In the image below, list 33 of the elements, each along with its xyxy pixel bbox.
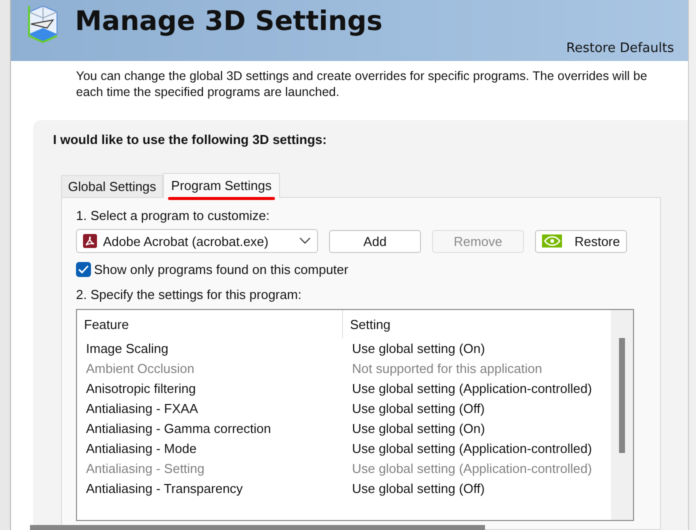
restore-defaults-link[interactable]: Restore Defaults [566, 41, 674, 56]
action-button[interactable]: Add [329, 230, 421, 252]
checkbox-label: Show only programs found on this computer [94, 262, 348, 277]
description-text: each time the specified programs are launched. [76, 84, 340, 100]
eye-logo-icon [542, 234, 562, 248]
panel-title: I would like to use the following 3D settings: [53, 132, 328, 147]
document-icon [83, 234, 97, 248]
scrollbar[interactable] [611, 310, 633, 520]
program-dropdown[interactable]: Adobe Acrobat (acrobat.exe) [76, 229, 318, 253]
setting-cell[interactable]: Use global setting (Off) [343, 480, 485, 496]
tab[interactable]: Global Settings [61, 175, 164, 197]
feature-cell[interactable]: Anisotropic filtering [77, 380, 343, 396]
setting-cell[interactable]: Use global setting (Off) [343, 400, 485, 416]
feature-cell[interactable]: Image Scaling [77, 340, 343, 356]
tab[interactable]: Program Settings [163, 173, 280, 198]
restore-button[interactable]: Restore [535, 230, 627, 252]
description-text: You can change the global 3D settings and create overrides for specific programs. The overrides will be [76, 68, 648, 84]
page-title: Manage 3D Settings [75, 6, 383, 39]
setting-cell[interactable]: Use global setting (On) [343, 420, 485, 436]
checkbox[interactable] [76, 262, 91, 277]
column-header[interactable]: Setting [343, 310, 390, 338]
step-label: 1. Select a program to customize: [76, 208, 271, 223]
scrollbar-thumb[interactable] [30, 525, 485, 530]
feature-cell[interactable]: Antialiasing - Transparency [77, 480, 343, 496]
feature-cell[interactable]: Antialiasing - FXAA [77, 400, 343, 416]
step-label: 2. Specify the settings for this program: [76, 287, 302, 302]
chevron-down-icon [299, 237, 311, 245]
feature-cell[interactable]: Antialiasing - Mode [77, 440, 343, 456]
setting-cell[interactable]: Use global setting (On) [343, 340, 485, 356]
setting-cell[interactable]: Use global setting (Application-controlled) [343, 380, 592, 396]
setting-cell[interactable]: Use global setting (Application-controlled) [343, 440, 592, 456]
feature-cell[interactable]: Antialiasing - Gamma correction [77, 420, 343, 436]
column-header[interactable]: Feature [77, 310, 343, 338]
